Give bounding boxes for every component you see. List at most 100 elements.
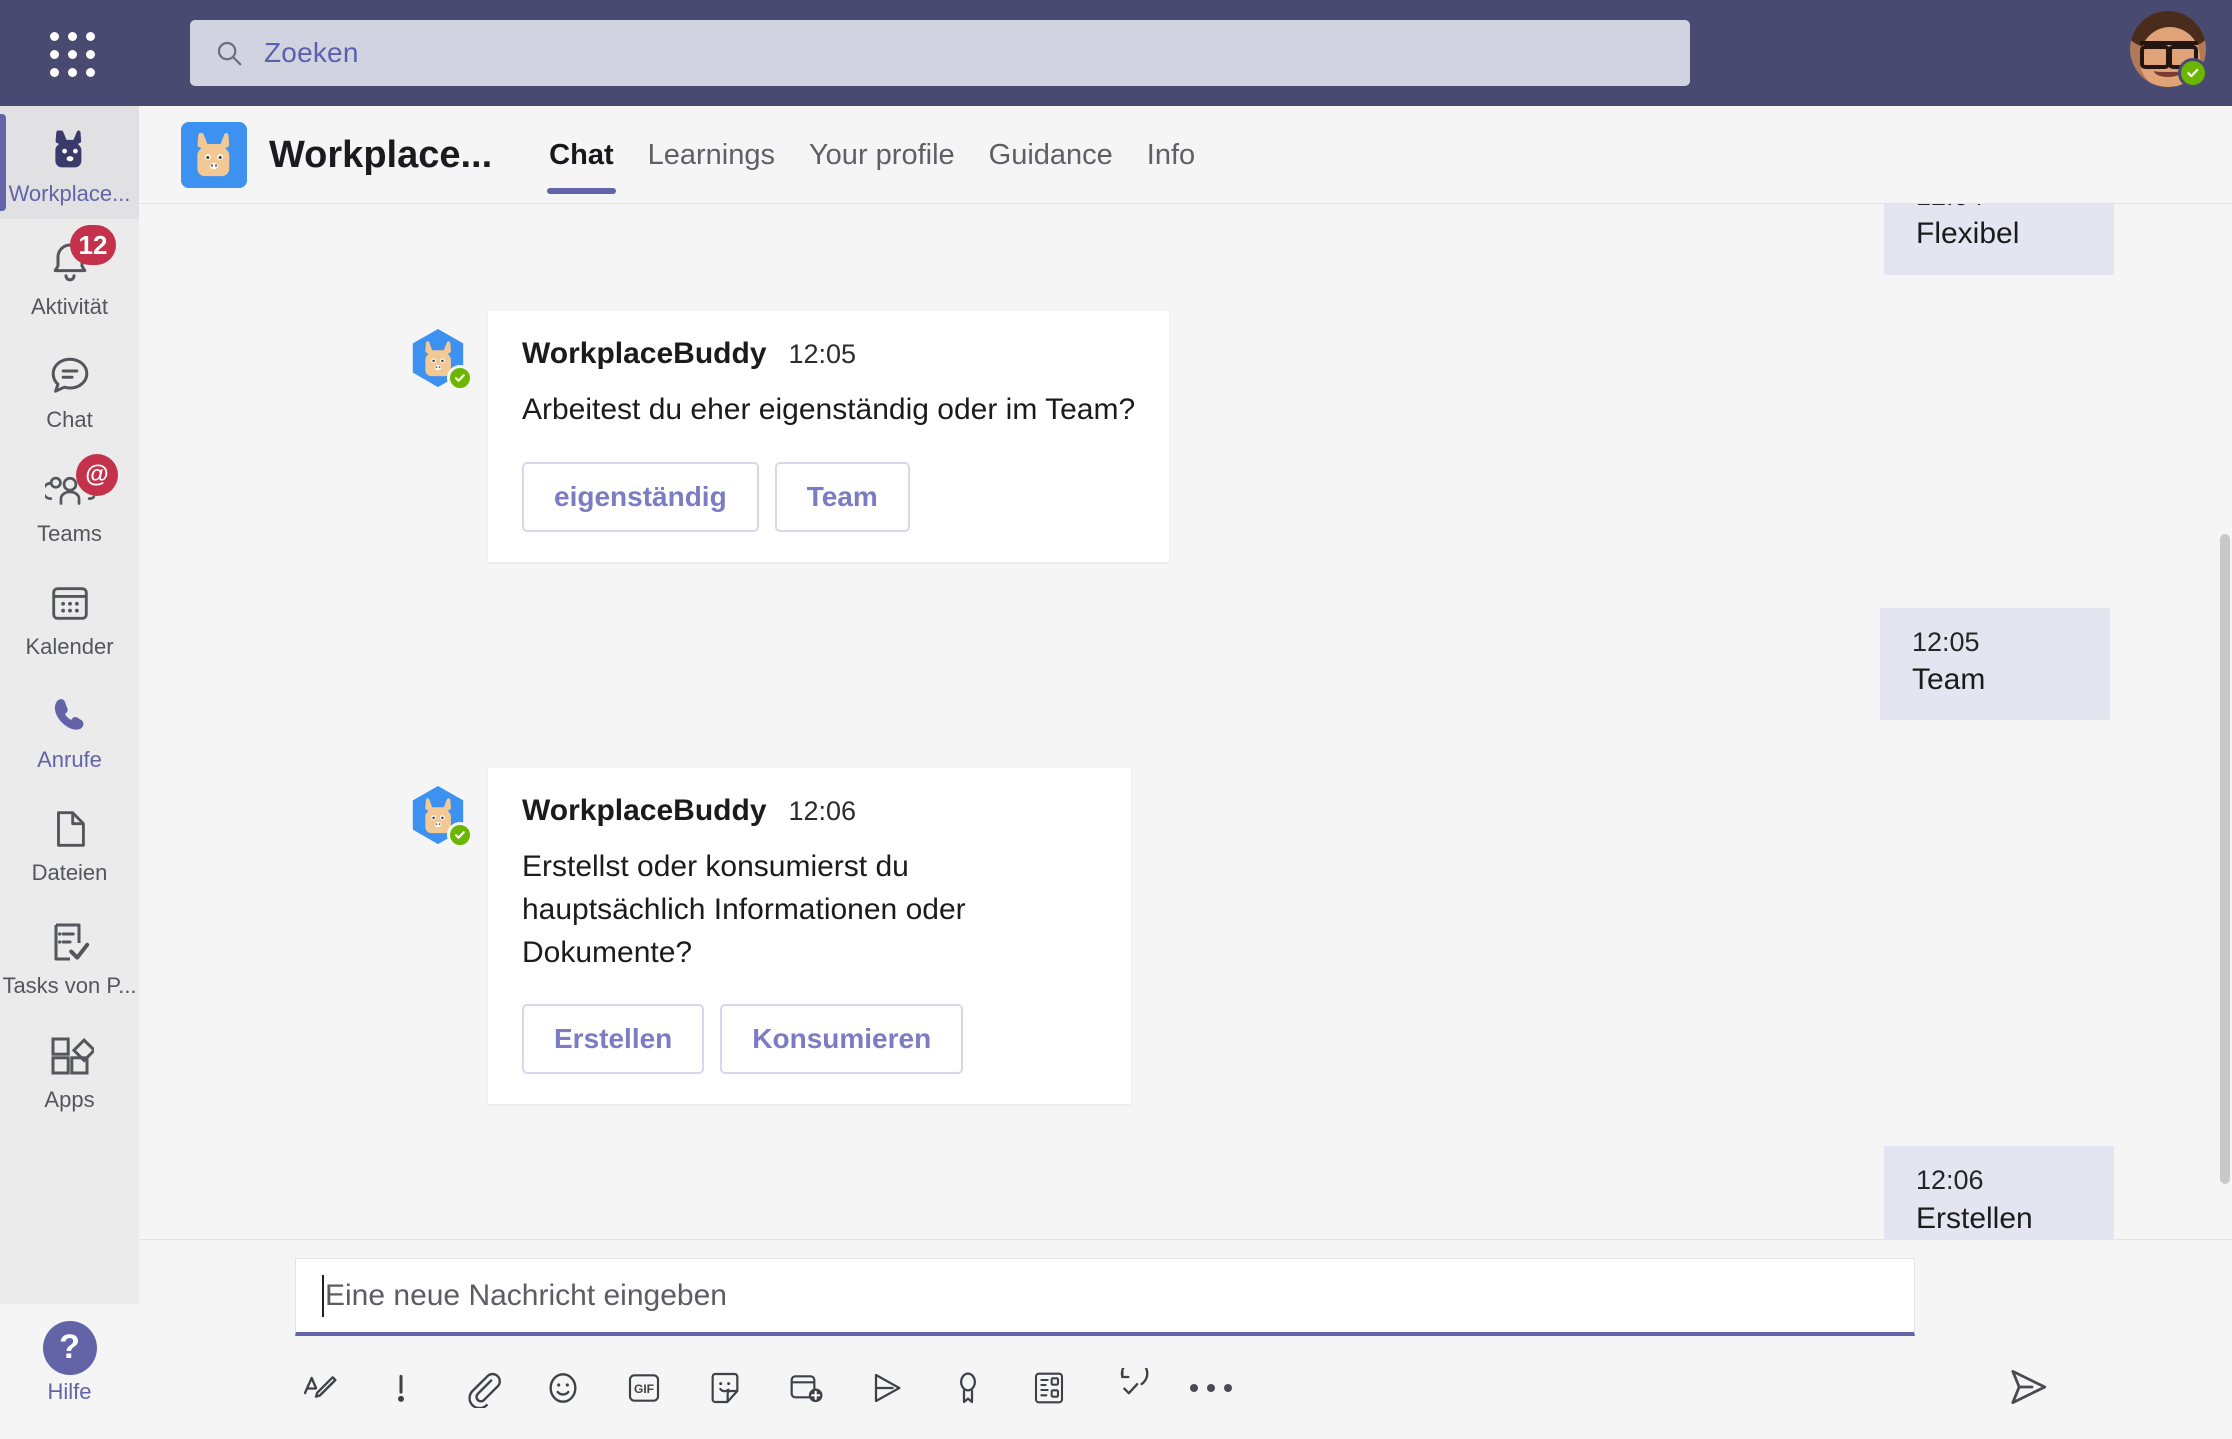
presence-available-icon [447,822,473,849]
presence-available-icon [2178,58,2208,88]
app-launcher-waffle-icon[interactable] [34,16,108,90]
sidebar-item-aktivitat[interactable]: 12 Aktivität [0,219,139,332]
sidebar-item-label: Workplace... [8,182,131,206]
tab-info[interactable]: Info [1130,106,1212,204]
ellipsis-dots [1190,1384,1232,1392]
smiley-emoji-icon[interactable] [542,1367,584,1409]
more-ellipsis-icon[interactable] [1190,1367,1232,1409]
waffle-dot [68,32,77,41]
chat-scrollbar[interactable] [2220,334,2230,1291]
main-content: Workplace... Chat Learnings Your profile… [139,106,2232,1439]
search-icon [214,38,244,68]
message-input[interactable]: Eine neue Nachricht eingeben [295,1258,1915,1336]
message-bubble-outgoing[interactable]: 12:05 Team [1880,607,2110,721]
sidebar-item-label: Dateien [31,861,108,886]
gif-icon[interactable]: GIF [623,1367,665,1409]
avatar [407,784,473,849]
message-card-incoming: WorkplaceBuddy 12:06 Erstellst oder kons… [488,768,1131,1105]
page-title: Workplace... [269,133,493,176]
sidebar-item-label: Teams [37,521,102,546]
message-row-outgoing: 12:05 Team [139,607,2232,721]
sidebar-item-anrufe[interactable]: Anrufe [0,672,139,785]
forms-icon[interactable] [1028,1367,1070,1409]
sidebar-item-kalender[interactable]: Kalender [0,559,139,672]
waffle-dot [50,50,59,59]
compose-area: Eine neue Nachricht eingeben GIF [139,1239,2232,1439]
calendar-icon [0,576,139,630]
message-text: Team [1912,662,1986,696]
sidebar-item-teams[interactable]: @ Teams [0,446,139,559]
sidebar-item-apps[interactable]: Apps [0,1012,139,1125]
left-rail: Workplace... 12 Aktivität Chat @ Teams K… [0,106,139,1439]
presence-available-icon [447,364,473,391]
message-text: Erstellst oder konsumierst du hauptsächl… [522,850,966,969]
message-row-incoming: WorkplaceBuddy 12:05 Arbeitest du eher e… [139,310,2232,562]
sidebar-item-tasks[interactable]: Tasks von P... [0,898,139,1011]
search-input[interactable]: Zoeken [264,37,359,69]
message-row-incoming: WorkplaceBuddy 12:06 Erstellst oder kons… [139,768,2232,1105]
user-avatar[interactable] [2130,11,2208,88]
llama-app-icon [181,122,247,188]
text-caret [322,1274,324,1317]
tab-guidance[interactable]: Guidance [972,106,1130,204]
send-button[interactable] [2004,1363,2052,1411]
svg-text:GIF: GIF [634,1382,654,1396]
tab-learnings[interactable]: Learnings [631,106,792,204]
search-bar[interactable]: Zoeken [190,20,1690,86]
tasks-checklist-icon [0,915,139,969]
sidebar-item-label: Aktivität [30,295,109,320]
message-sender: WorkplaceBuddy [522,336,767,370]
message-time: 12:04 [1916,204,2090,214]
teams-mention-badge: @ [76,453,118,496]
phone-icon [0,689,139,743]
tab-your-profile[interactable]: Your profile [792,106,972,204]
scrollbar-thumb[interactable] [2220,534,2230,1184]
stream-video-icon[interactable] [866,1367,908,1409]
compose-toolbar: GIF [299,1367,1232,1409]
paperclip-icon[interactable] [461,1367,503,1409]
message-header: WorkplaceBuddy 12:06 [522,794,1097,828]
message-row-outgoing: 12:04 Flexibel [139,204,2232,275]
message-text: Arbeitest du eher eigenständig oder im T… [522,392,1136,426]
tab-chat[interactable]: Chat [532,106,630,204]
praise-award-icon[interactable] [947,1367,989,1409]
rail-bottom-section: ? Hilfe [0,1303,139,1439]
choice-button-erstellen[interactable]: Erstellen [522,1004,705,1075]
format-text-icon[interactable] [299,1367,341,1409]
sidebar-item-hilfe[interactable]: ? Hilfe [0,1304,139,1417]
top-bar: Zoeken [0,0,2232,106]
sidebar-item-label: Anrufe [37,747,102,772]
choice-button-group: Erstellen Konsumieren [522,1004,1097,1075]
message-time: 12:06 [788,796,857,827]
message-header: WorkplaceBuddy 12:05 [522,337,1135,371]
message-input-placeholder: Eine neue Nachricht eingeben [325,1278,727,1312]
avatar [407,327,473,391]
message-bubble-outgoing[interactable]: 12:04 Flexibel [1884,204,2114,275]
sidebar-item-dateien[interactable]: Dateien [0,785,139,898]
choice-button-konsumieren[interactable]: Konsumieren [720,1004,964,1075]
message-time: 12:06 [1916,1165,1984,1196]
choice-button-group: eigenständig Team [522,461,1135,532]
sidebar-item-chat[interactable]: Chat [0,332,139,445]
approvals-refresh-icon[interactable] [1109,1367,1151,1409]
sidebar-item-workplace[interactable]: Workplace... [0,106,139,220]
chat-transcript[interactable]: 12:04 Flexibel [139,204,2232,1291]
waffle-dot [50,32,59,41]
exclamation-important-icon[interactable] [380,1367,422,1409]
sidebar-item-label: Chat [46,408,93,433]
message-time: 12:05 [788,338,857,369]
sidebar-item-label: Hilfe [47,1379,92,1404]
apps-grid-icon [0,1029,139,1083]
choice-button-eigenstandig[interactable]: eigenständig [522,461,759,532]
sidebar-item-label: Apps [44,1087,95,1112]
file-icon [0,802,139,856]
meet-now-icon[interactable] [785,1367,827,1409]
waffle-dot [86,68,95,77]
choice-button-team[interactable]: Team [774,461,910,532]
message-text: Flexibel [1916,217,2020,251]
avatar-glasses [2140,41,2198,69]
waffle-dot [68,50,77,59]
sticker-icon[interactable] [704,1367,746,1409]
llama-icon [0,123,139,177]
question-mark-icon: ? [0,1320,139,1375]
